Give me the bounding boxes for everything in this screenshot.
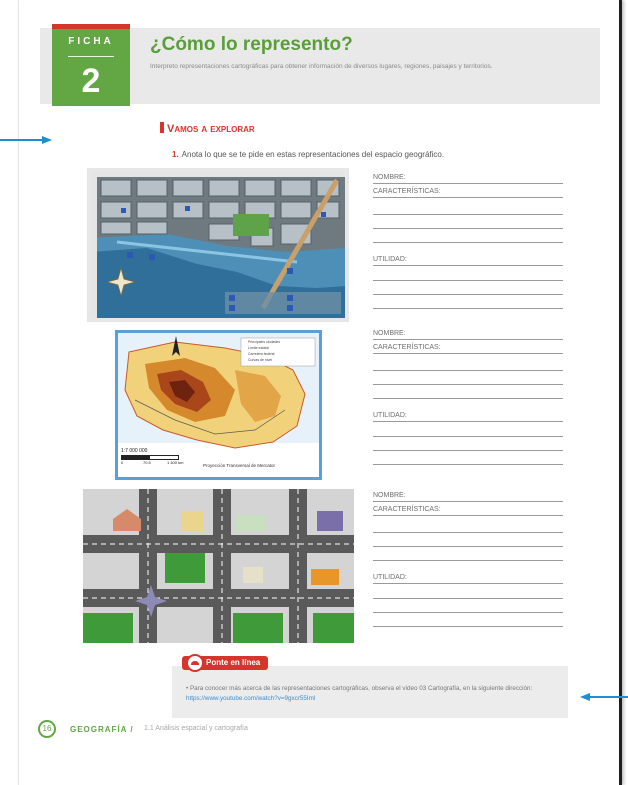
- north-arrow-icon: [172, 336, 180, 356]
- street-plan-figure: [83, 489, 354, 643]
- ficha-tab: FICHA 2: [52, 24, 130, 106]
- ficha-number: 2: [81, 62, 101, 100]
- utilidad-field[interactable]: UTILIDAD:: [373, 412, 563, 422]
- utilidad-field[interactable]: UTILIDAD:: [373, 256, 563, 266]
- footer-unit: 1.1 Análisis espacial y cartografía: [144, 725, 248, 732]
- topographic-map-figure: Principales ciudades Límite estatal Carr…: [115, 330, 322, 480]
- page-subtitle: Interpreto representaciones cartográfica…: [150, 63, 493, 70]
- fields-group-3: NOMBRE: CARACTERÍSTICAS: UTILIDAD:: [373, 492, 563, 642]
- caracteristicas-field[interactable]: CARACTERÍSTICAS:: [373, 506, 563, 516]
- footer-subject: GEOGRAFÍA /: [70, 725, 134, 734]
- page-title: ¿Cómo lo represento?: [150, 34, 353, 55]
- video-link[interactable]: https://www.youtube.com/watch?v=9gxcr55I…: [186, 695, 315, 702]
- online-text: • Para conocer más acerca de las represe…: [186, 685, 533, 702]
- map-scale: 1:7 000 000 0 70.5 1 400 km: [121, 448, 184, 465]
- page-number: 16: [38, 720, 56, 738]
- compass-rose-icon: [107, 268, 135, 296]
- arrow-left-icon: [580, 693, 628, 701]
- map-projection: Proyección Transversal de Mercator: [203, 463, 276, 468]
- nombre-field[interactable]: NOMBRE:: [373, 492, 563, 502]
- fields-group-1: NOMBRE: CARACTERÍSTICAS: UTILIDAD:: [373, 174, 563, 324]
- map-legend: Principales ciudades Límite estatal Carr…: [248, 340, 281, 362]
- fields-group-2: NOMBRE: CARACTERÍSTICAS: UTILIDAD:: [373, 330, 563, 480]
- nombre-field[interactable]: NOMBRE:: [373, 174, 563, 184]
- arrow-right-icon: [0, 136, 52, 144]
- caracteristicas-field[interactable]: CARACTERÍSTICAS:: [373, 344, 563, 354]
- city-map-figure: [87, 168, 349, 322]
- online-icon: [186, 654, 204, 672]
- utilidad-field[interactable]: UTILIDAD:: [373, 574, 563, 584]
- caracteristicas-field[interactable]: CARACTERÍSTICAS:: [373, 188, 563, 198]
- flag-icon: [160, 122, 164, 133]
- ficha-label: FICHA: [68, 36, 114, 47]
- nombre-field[interactable]: NOMBRE:: [373, 330, 563, 340]
- section-heading: Vamos a explorar: [160, 122, 255, 135]
- instruction: 1. Anota lo que se te pide en estas repre…: [172, 150, 445, 159]
